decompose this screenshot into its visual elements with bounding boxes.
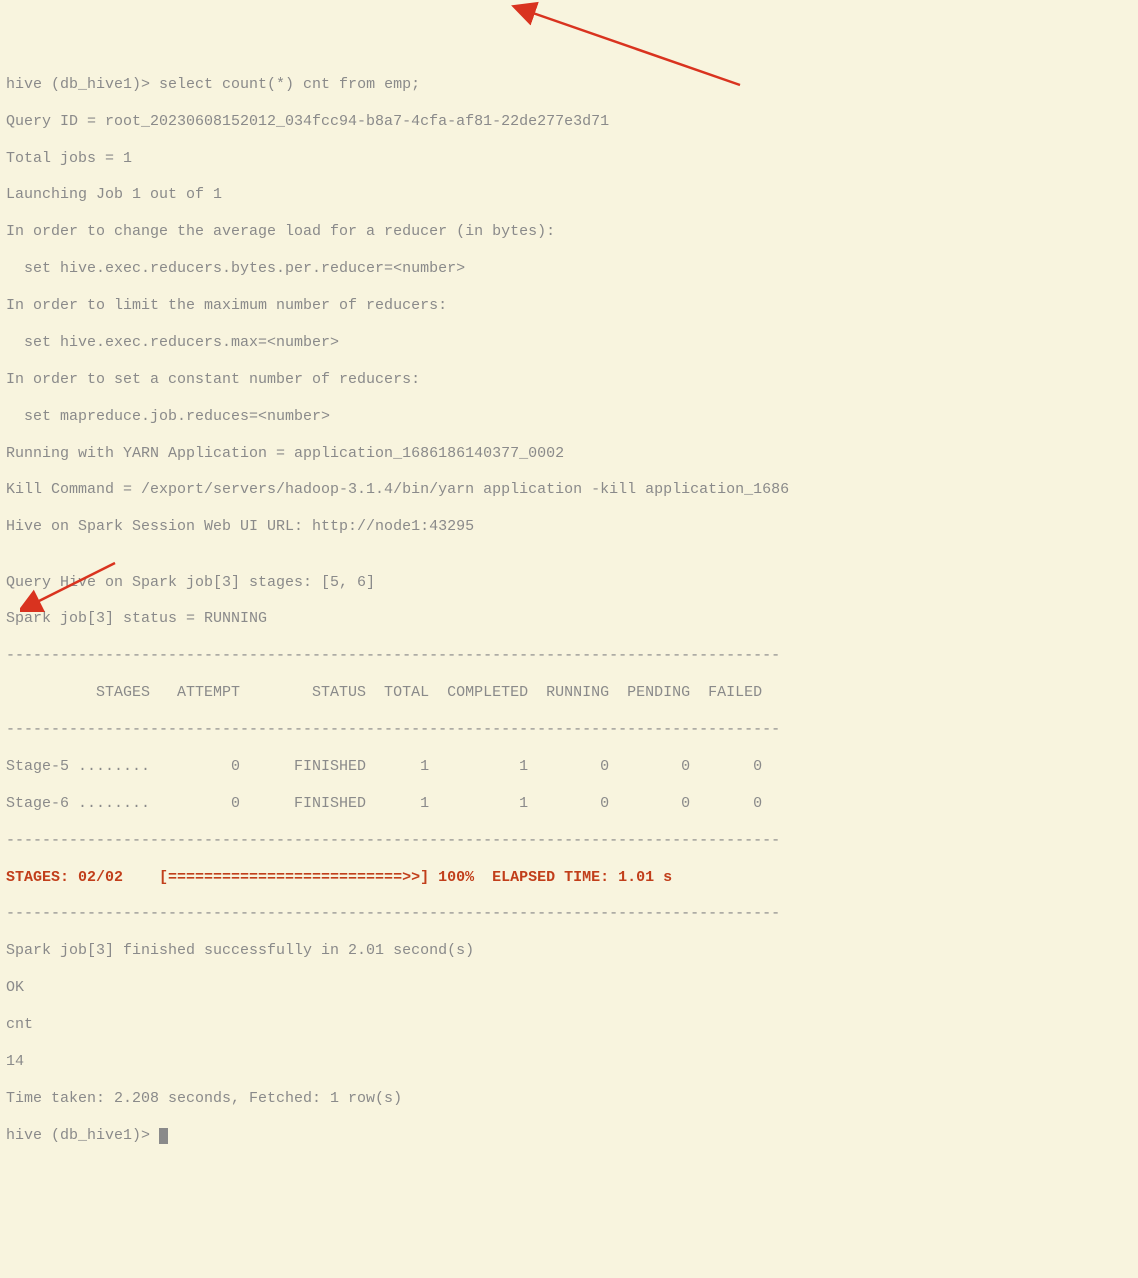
terminal-line: In order to change the average load for … [6, 223, 1132, 241]
terminal-line: hive (db_hive1)> select count(*) cnt fro… [6, 76, 1132, 94]
hive-prompt: hive (db_hive1)> [6, 76, 159, 93]
table-row: Stage-5 ........ 0 FINISHED 1 1 0 0 0 [6, 758, 1132, 776]
divider-line: ----------------------------------------… [6, 647, 1132, 665]
terminal-line: hive (db_hive1)> [6, 1127, 1132, 1145]
terminal-line: Spark job[3] finished successfully in 2.… [6, 942, 1132, 960]
hive-prompt: hive (db_hive1)> [6, 1127, 159, 1144]
divider-line: ----------------------------------------… [6, 721, 1132, 739]
terminal-line: set hive.exec.reducers.max=<number> [6, 334, 1132, 352]
terminal-line: Time taken: 2.208 seconds, Fetched: 1 ro… [6, 1090, 1132, 1108]
result-value: 14 [6, 1053, 1132, 1071]
progress-line: STAGES: 02/02 [=========================… [6, 869, 1132, 887]
terminal-line: Spark job[3] status = RUNNING [6, 610, 1132, 628]
terminal-line: Query Hive on Spark job[3] stages: [5, 6… [6, 574, 1132, 592]
terminal-line: In order to limit the maximum number of … [6, 297, 1132, 315]
terminal-line: Query ID = root_20230608152012_034fcc94-… [6, 113, 1132, 131]
divider-line: ----------------------------------------… [6, 905, 1132, 923]
terminal-line: Hive on Spark Session Web UI URL: http:/… [6, 518, 1132, 536]
terminal-line: In order to set a constant number of red… [6, 371, 1132, 389]
terminal-line: set hive.exec.reducers.bytes.per.reducer… [6, 260, 1132, 278]
terminal-line: OK [6, 979, 1132, 997]
terminal-line: Kill Command = /export/servers/hadoop-3.… [6, 481, 1132, 499]
divider-line: ----------------------------------------… [6, 832, 1132, 850]
terminal-line: Launching Job 1 out of 1 [6, 186, 1132, 204]
terminal-line: set mapreduce.job.reduces=<number> [6, 408, 1132, 426]
table-row: Stage-6 ........ 0 FINISHED 1 1 0 0 0 [6, 795, 1132, 813]
table-header: STAGES ATTEMPT STATUS TOTAL COMPLETED RU… [6, 684, 1132, 702]
terminal-line: Total jobs = 1 [6, 150, 1132, 168]
result-header: cnt [6, 1016, 1132, 1034]
sql-command: select count(*) cnt from emp; [159, 76, 420, 93]
terminal-cursor[interactable] [159, 1128, 168, 1144]
terminal-line: Running with YARN Application = applicat… [6, 445, 1132, 463]
